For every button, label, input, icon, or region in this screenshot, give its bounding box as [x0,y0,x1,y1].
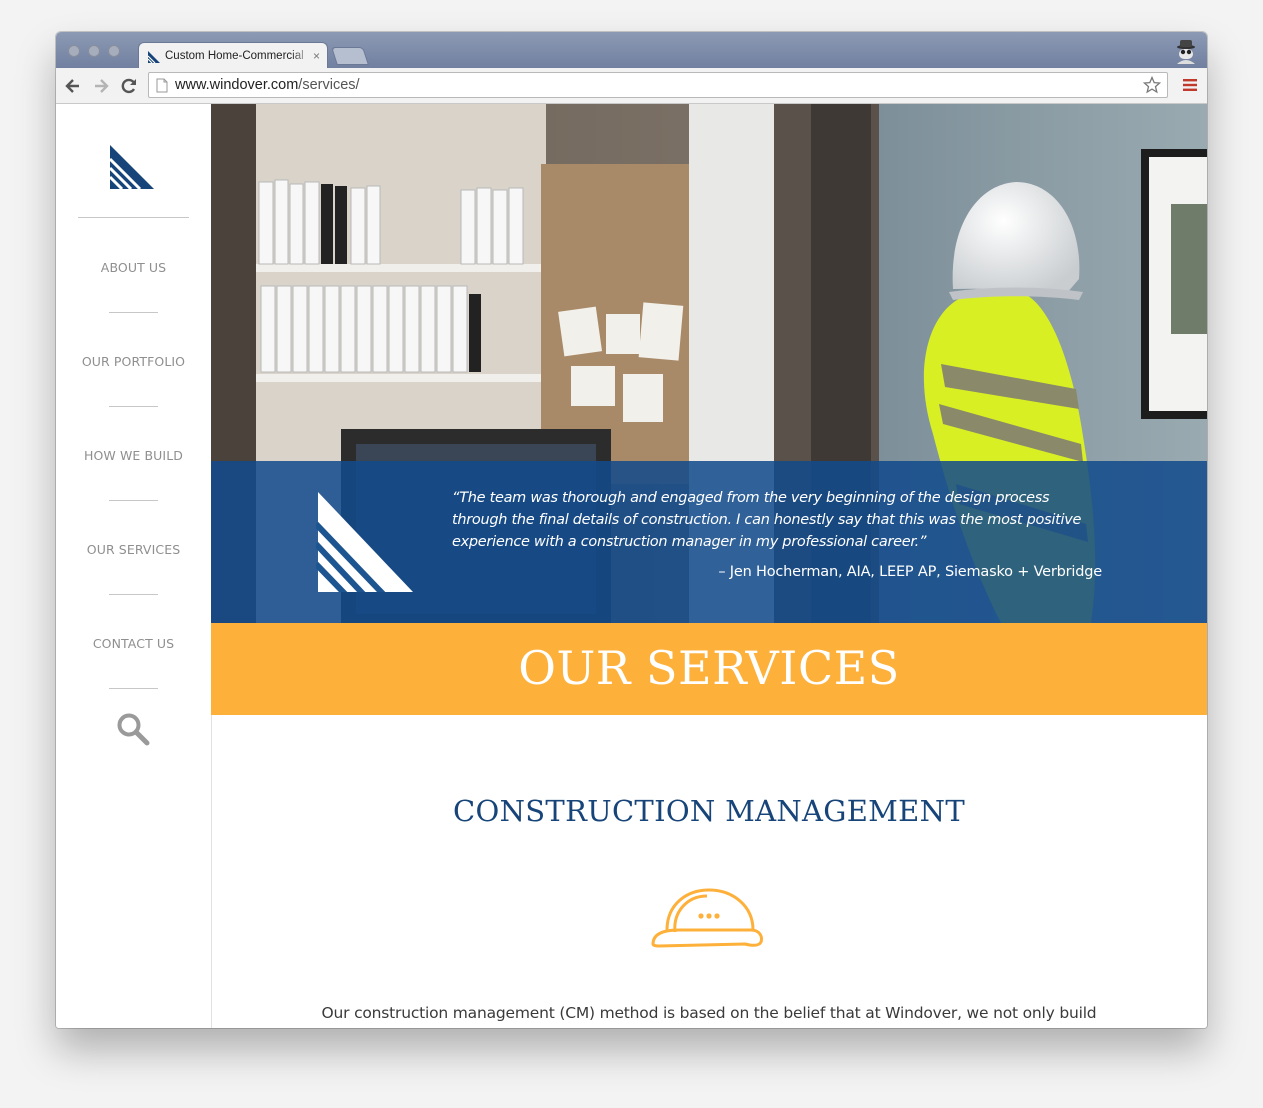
nav-divider [109,688,158,689]
browser-window: Custom Home-Commercial × www.windover.co… [56,32,1207,1028]
forward-arrow-icon[interactable] [91,76,111,96]
testimonial-quote: “The team was thorough and engaged from … [452,490,1082,550]
url-path: /services/ [298,77,360,93]
zoom-window-button[interactable] [108,45,120,57]
hero-section: “The team was thorough and engaged from … [211,104,1207,623]
sidebar-item-our-portfolio[interactable]: OUR PORTFOLIO [56,354,211,369]
url-text: www.windover.com/services/ [175,73,360,97]
tab-close-icon[interactable]: × [313,48,320,64]
tab-title: Custom Home-Commercial [165,50,304,62]
services-intro-text: Our construction management (CM) method … [321,1004,1097,1022]
back-arrow-icon[interactable] [63,76,83,96]
nav-divider [109,312,158,313]
incognito-icon [1177,40,1195,64]
main-content: “The team was thorough and engaged from … [211,104,1207,1028]
browser-tab[interactable]: Custom Home-Commercial × [138,42,328,68]
browser-toolbar: www.windover.com/services/ [56,68,1207,104]
nav-divider [109,406,158,407]
url-domain: www.windover.com [175,77,299,93]
page-icon [156,78,168,93]
windover-logo[interactable] [109,144,155,190]
minimize-window-button[interactable] [88,45,100,57]
testimonial-attribution: – Jen Hocherman, AIA, LEEP AP, Siemasko … [718,564,1102,580]
reload-icon[interactable] [119,76,139,96]
page-viewport: ABOUT US OUR PORTFOLIO HOW WE BUILD OUR … [56,104,1207,1028]
bookmark-star-icon[interactable] [1143,76,1161,94]
section-title: CONSTRUCTION MANAGEMENT [453,794,965,828]
nav-divider [109,500,158,501]
sidebar-item-how-we-build[interactable]: HOW WE BUILD [56,448,211,463]
page-title: OUR SERVICES [518,641,900,695]
sidebar-item-about-us[interactable]: ABOUT US [56,260,211,275]
address-bar[interactable]: www.windover.com/services/ [148,72,1168,98]
windover-favicon-icon [147,51,160,64]
sidebar-nav: ABOUT US OUR PORTFOLIO HOW WE BUILD OUR … [56,104,212,1028]
nav-divider [109,594,158,595]
hard-hat-icon [651,888,763,948]
new-tab-button[interactable] [331,47,369,65]
close-window-button[interactable] [68,45,80,57]
sidebar-item-contact-us[interactable]: CONTACT US [56,636,211,651]
logo-divider [78,217,189,218]
chrome-menu-icon[interactable] [1183,79,1197,91]
tab-strip: Custom Home-Commercial × [56,32,1207,68]
sidebar-item-our-services[interactable]: OUR SERVICES [56,542,211,557]
search-icon[interactable] [116,712,150,746]
testimonial-band: “The team was thorough and engaged from … [211,461,1207,623]
services-banner: OUR SERVICES [211,623,1207,715]
windover-logo-large [316,492,413,592]
